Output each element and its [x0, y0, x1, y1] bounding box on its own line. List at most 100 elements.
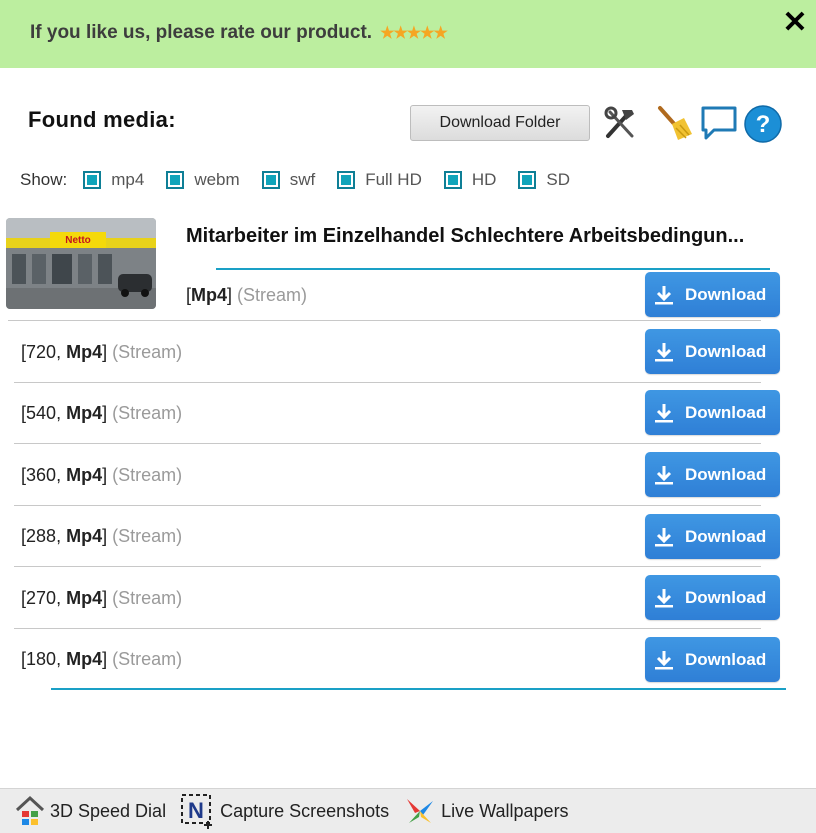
download-button[interactable]: Download	[645, 329, 780, 374]
checkbox-swf[interactable]	[261, 171, 280, 189]
download-button-label: Download	[685, 284, 767, 304]
row-divider	[14, 628, 761, 629]
quality-label: 288	[26, 526, 57, 546]
filter-sd[interactable]: SD	[518, 170, 570, 190]
format-label: Mp4	[191, 285, 228, 305]
download-icon	[655, 465, 673, 484]
filter-full-hd[interactable]: Full HD	[337, 170, 422, 190]
rating-stars-icon[interactable]: ★★★★★	[380, 23, 448, 43]
footer-link-capture-screenshots[interactable]: N Capture Screenshots	[180, 793, 389, 829]
filter-webm[interactable]: webm	[166, 170, 240, 190]
source-label: (Stream)	[112, 342, 183, 362]
filter-label-sd: SD	[546, 170, 571, 189]
media-row-label: [180, Mp4] (Stream)	[21, 649, 183, 669]
download-button-label: Download	[685, 587, 767, 607]
checkbox-sd[interactable]	[518, 171, 537, 189]
source-label: (Stream)	[112, 588, 183, 608]
media-row-label: [540, Mp4] (Stream)	[21, 403, 183, 423]
download-button-label: Download	[685, 341, 767, 361]
list-bottom-divider	[51, 688, 786, 690]
download-icon	[655, 342, 673, 361]
quality-label: 540	[26, 403, 57, 423]
format-label: Mp4	[66, 403, 103, 423]
format-label: Mp4	[66, 649, 103, 669]
row-divider	[14, 443, 761, 444]
format-label: Mp4	[66, 526, 103, 546]
row-divider	[14, 566, 761, 567]
broom-icon[interactable]	[656, 104, 694, 142]
title-divider	[216, 268, 770, 270]
checkbox-webm[interactable]	[166, 171, 185, 189]
source-label: (Stream)	[112, 465, 183, 485]
checkbox-hd[interactable]	[443, 171, 462, 189]
media-row-label: [270, Mp4] (Stream)	[21, 588, 183, 608]
footer-label: 3D Speed Dial	[50, 800, 167, 821]
download-button[interactable]: Download	[645, 514, 780, 559]
download-button[interactable]: Download	[645, 272, 780, 317]
download-button[interactable]: Download	[645, 390, 780, 435]
show-label: Show:	[20, 170, 68, 189]
download-button-label: Download	[685, 526, 767, 546]
download-button[interactable]: Download	[645, 637, 780, 682]
checkbox-full-hd[interactable]	[337, 171, 356, 189]
row-divider	[14, 505, 761, 506]
quality-label: 270	[26, 588, 57, 608]
download-folder-button[interactable]: Download Folder	[410, 105, 590, 141]
help-icon[interactable]: ?	[743, 104, 782, 143]
format-label: Mp4	[66, 342, 103, 362]
source-label: (Stream)	[112, 649, 183, 669]
footer-label: Live Wallpapers	[441, 800, 569, 821]
download-button-label: Download	[685, 402, 767, 422]
close-icon[interactable]: ✕	[780, 8, 810, 38]
filter-mp4[interactable]: mp4	[83, 170, 144, 190]
filter-hd[interactable]: HD	[443, 170, 497, 190]
download-button[interactable]: Download	[645, 452, 780, 497]
filter-label-mp4: mp4	[111, 170, 145, 189]
download-icon	[655, 285, 673, 304]
download-button[interactable]: Download	[645, 575, 780, 620]
speed-dial-icon	[15, 795, 45, 825]
filter-label-full-hd: Full HD	[365, 170, 422, 189]
media-row-label: [Mp4] (Stream)	[186, 285, 308, 305]
media-row-label: [720, Mp4] (Stream)	[21, 342, 183, 362]
media-row-label: [288, Mp4] (Stream)	[21, 526, 183, 546]
filter-label-webm: webm	[194, 170, 240, 189]
capture-screenshot-icon: N	[181, 794, 213, 829]
quality-label: 180	[26, 649, 57, 669]
format-label: Mp4	[66, 588, 103, 608]
download-button-label: Download	[685, 649, 767, 669]
filter-label-hd: HD	[471, 170, 497, 189]
rate-text: If you like us, please rate our product.	[30, 22, 373, 43]
filter-label-swf: swf	[289, 170, 316, 189]
row-divider	[8, 320, 761, 321]
source-label: (Stream)	[112, 403, 183, 423]
media-row-label: [360, Mp4] (Stream)	[21, 465, 183, 485]
download-button-label: Download	[685, 464, 767, 484]
row-divider	[14, 382, 761, 383]
svg-text:N: N	[188, 798, 204, 823]
promo-footer: 3D Speed Dial N Capture Screenshots Live…	[0, 788, 816, 833]
download-icon	[655, 650, 673, 669]
page-title: Found media:	[28, 107, 176, 132]
thumbnail-sign-text: Netto	[65, 235, 91, 246]
tools-icon[interactable]	[602, 104, 640, 142]
download-icon	[655, 527, 673, 546]
chat-icon[interactable]	[700, 104, 738, 142]
download-icon	[655, 588, 673, 607]
quality-label: 360	[26, 465, 57, 485]
video-title: Mitarbeiter im Einzelhandel Schlechtere …	[186, 225, 745, 247]
format-filter-row: Show: mp4 webm swf Full HD HD SD	[20, 168, 592, 192]
footer-label: Capture Screenshots	[220, 800, 390, 821]
footer-link-speed-dial[interactable]: 3D Speed Dial	[14, 795, 166, 827]
source-label: (Stream)	[112, 526, 183, 546]
checkbox-mp4[interactable]	[83, 171, 102, 189]
source-label: (Stream)	[237, 285, 308, 305]
footer-link-live-wallpapers[interactable]: Live Wallpapers	[403, 795, 569, 827]
video-thumbnail[interactable]: Netto	[6, 218, 156, 309]
rate-message: If you like us, please rate our product.…	[30, 22, 448, 44]
quality-label: 720	[26, 342, 57, 362]
help-glyph: ?	[756, 111, 771, 138]
live-wallpapers-icon	[407, 799, 434, 823]
download-icon	[655, 403, 673, 422]
filter-swf[interactable]: swf	[261, 170, 316, 190]
